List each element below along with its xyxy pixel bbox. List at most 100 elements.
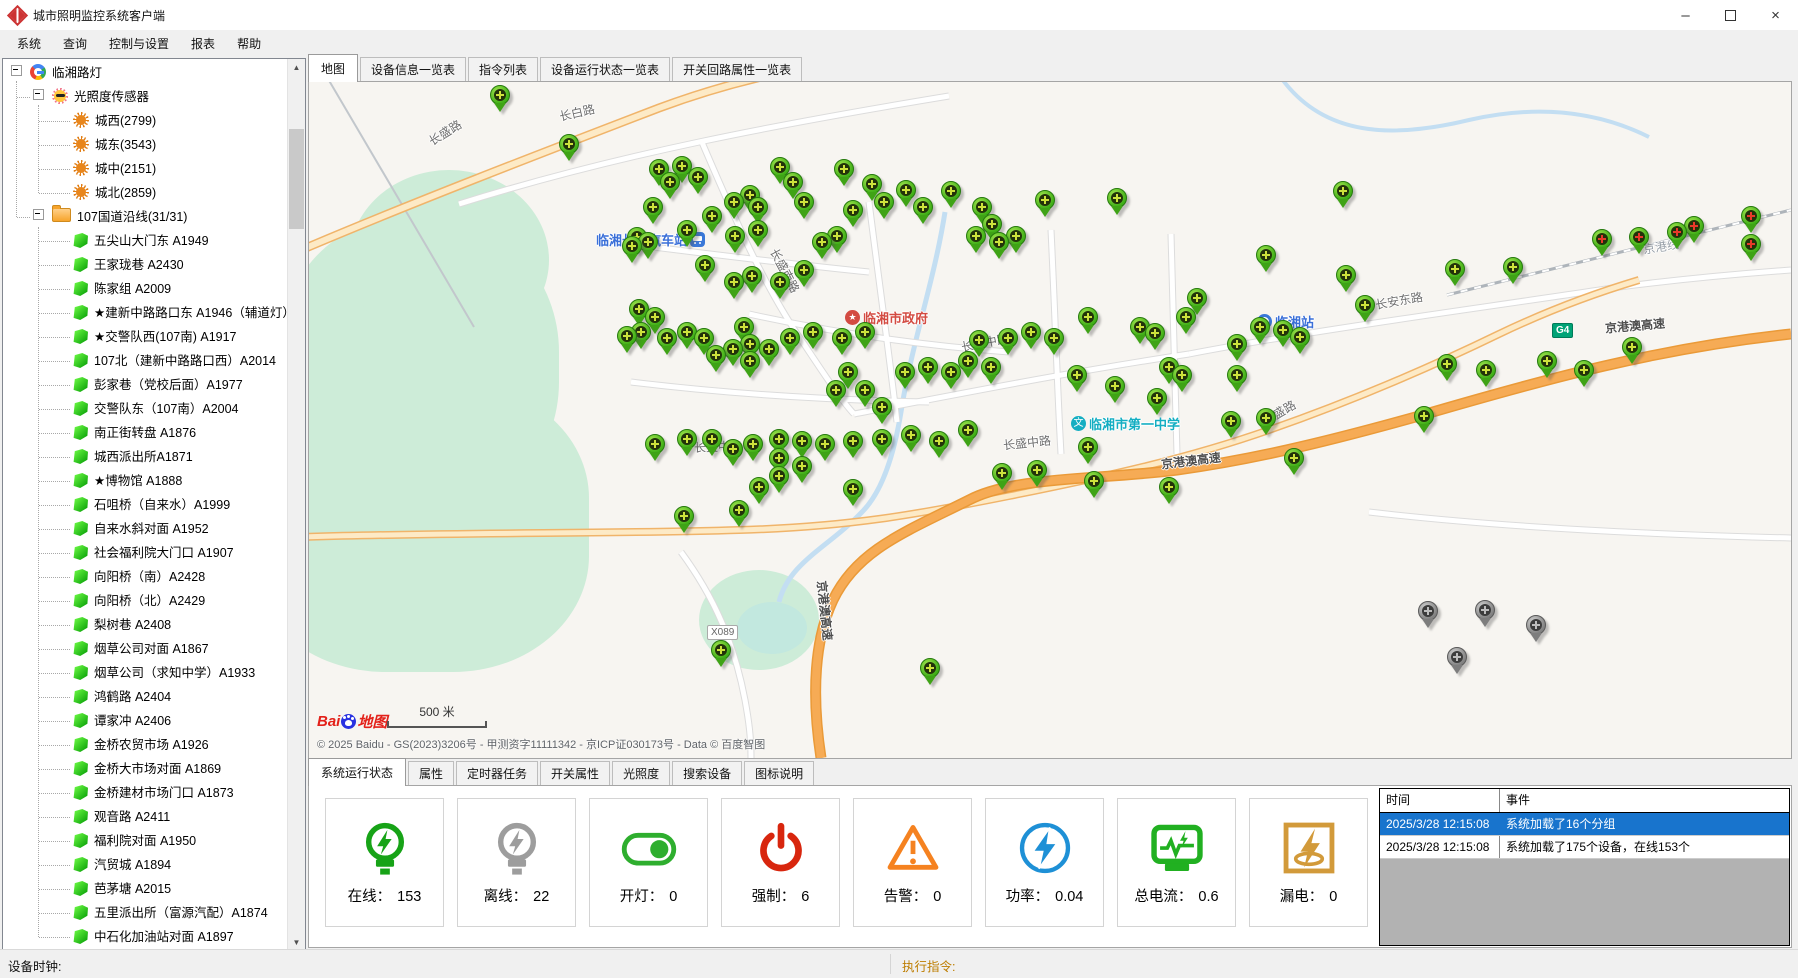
maximize-button[interactable]: [1708, 0, 1753, 30]
map-pin[interactable]: [1027, 460, 1047, 488]
map-pin[interactable]: [1256, 408, 1276, 436]
map-pin-gray[interactable]: [1475, 600, 1495, 628]
map-pin[interactable]: [759, 339, 779, 367]
map-pin[interactable]: [913, 197, 933, 225]
tree-item[interactable]: 自来水斜对面 A1952: [3, 517, 288, 541]
map-pin[interactable]: [1445, 259, 1465, 287]
map-pin-red[interactable]: [1667, 222, 1687, 250]
map-pin-red[interactable]: [1741, 234, 1761, 262]
map-pin[interactable]: [1078, 307, 1098, 335]
tree-item[interactable]: 金桥建材市场门口 A1873: [3, 781, 288, 805]
tree-item[interactable]: 社会福利院大门口 A1907: [3, 541, 288, 565]
tree-item[interactable]: ★建新中路路口东 A1946（辅道灯）: [3, 301, 288, 325]
tree-item[interactable]: 城西(2799): [3, 109, 288, 133]
map-pin[interactable]: [1336, 265, 1356, 293]
tab-设备信息一览表[interactable]: 设备信息一览表: [360, 57, 466, 81]
map-pin[interactable]: [832, 328, 852, 356]
map-pin[interactable]: [674, 506, 694, 534]
tab-光照度[interactable]: 光照度: [612, 761, 670, 785]
map-pin[interactable]: [918, 357, 938, 385]
map-pin[interactable]: [660, 172, 680, 200]
map-pin[interactable]: [981, 357, 1001, 385]
map-pin[interactable]: [677, 220, 697, 248]
map-pin[interactable]: [724, 192, 744, 220]
map-pin[interactable]: [1333, 181, 1353, 209]
map-pin-red[interactable]: [1684, 216, 1704, 244]
map-pin[interactable]: [812, 232, 832, 260]
map-pin[interactable]: [725, 226, 745, 254]
tree-expand-toggle[interactable]: [33, 209, 44, 220]
map-pin[interactable]: [1256, 245, 1276, 273]
map-pin[interactable]: [1044, 328, 1064, 356]
menu-item-查询[interactable]: 查询: [52, 31, 98, 56]
tree-item[interactable]: 交警队东（107南）A2004: [3, 397, 288, 421]
map-pin[interactable]: [677, 429, 697, 457]
map-pin[interactable]: [740, 351, 760, 379]
map-pin[interactable]: [998, 328, 1018, 356]
map-pin[interactable]: [1437, 354, 1457, 382]
map-pin[interactable]: [643, 197, 663, 225]
tree-item[interactable]: 烟草公司（求知中学）A1933: [3, 661, 288, 685]
map-pin[interactable]: [645, 434, 665, 462]
map-pin-gray[interactable]: [1526, 615, 1546, 643]
map-pin[interactable]: [872, 397, 892, 425]
tab-开关属性[interactable]: 开关属性: [540, 761, 610, 785]
close-button[interactable]: ×: [1753, 0, 1798, 30]
tree-item[interactable]: 临湘路灯: [3, 61, 288, 85]
map-pin[interactable]: [769, 466, 789, 494]
map-pin[interactable]: [1107, 188, 1127, 216]
tree-item[interactable]: 鸿鹤路 A2404: [3, 685, 288, 709]
map-pin[interactable]: [702, 206, 722, 234]
map-pin[interactable]: [941, 181, 961, 209]
map-pin[interactable]: [743, 434, 763, 462]
map-pin[interactable]: [874, 192, 894, 220]
tree-item[interactable]: 福利院对面 A1950: [3, 829, 288, 853]
map-pin[interactable]: [1084, 471, 1104, 499]
map-pin[interactable]: [711, 640, 731, 668]
map-pin[interactable]: [742, 266, 762, 294]
map-pin[interactable]: [992, 463, 1012, 491]
map-pin[interactable]: [803, 322, 823, 350]
tab-图标说明[interactable]: 图标说明: [744, 761, 814, 785]
tree-item[interactable]: 陈家组 A2009: [3, 277, 288, 301]
minimize-button[interactable]: –: [1663, 0, 1708, 30]
map-pin[interactable]: [780, 328, 800, 356]
tree-item[interactable]: 城中(2151): [3, 157, 288, 181]
map-pin[interactable]: [989, 232, 1009, 260]
tree-item[interactable]: 五里派出所（富源汽配）A1874: [3, 901, 288, 925]
tree-item[interactable]: 城北(2859): [3, 181, 288, 205]
tree-item[interactable]: 石咀桥（自来水）A1999: [3, 493, 288, 517]
map-pin[interactable]: [749, 477, 769, 505]
tab-开关回路属性一览表[interactable]: 开关回路属性一览表: [672, 57, 802, 81]
map-pin[interactable]: [920, 658, 940, 686]
tree-item[interactable]: 金桥农贸市场 A1926: [3, 733, 288, 757]
map-canvas[interactable]: 长白路长盛路长盛南路长安中路长安东路长盛中路长盛中路长盛路京港澳高速京港澳高速京…: [308, 81, 1792, 759]
map-pin[interactable]: [1284, 448, 1304, 476]
map-pin[interactable]: [748, 220, 768, 248]
map-pin[interactable]: [1622, 337, 1642, 365]
menu-item-报表[interactable]: 报表: [180, 31, 226, 56]
map-pin[interactable]: [794, 192, 814, 220]
map-pin[interactable]: [1221, 411, 1241, 439]
map-pin[interactable]: [1414, 406, 1434, 434]
tree-scrollbar[interactable]: ▲ ▼: [287, 59, 305, 951]
map-pin-red[interactable]: [1629, 227, 1649, 255]
map-pin[interactable]: [843, 431, 863, 459]
tree-item[interactable]: ★交警队西(107南) A1917: [3, 325, 288, 349]
map-pin-red[interactable]: [1741, 206, 1761, 234]
tab-搜索设备[interactable]: 搜索设备: [672, 761, 742, 785]
map-pin[interactable]: [657, 328, 677, 356]
tree-item[interactable]: 107国道沿线(31/31): [3, 205, 288, 229]
device-tree[interactable]: 临湘路灯光照度传感器城西(2799)城东(3543)城中(2151)城北(285…: [2, 58, 306, 952]
map-pin[interactable]: [559, 134, 579, 162]
map-pin[interactable]: [1176, 307, 1196, 335]
tree-item[interactable]: 观音路 A2411: [3, 805, 288, 829]
map-pin[interactable]: [1290, 327, 1310, 355]
map-pin[interactable]: [729, 500, 749, 528]
map-pin[interactable]: [1250, 317, 1270, 345]
scroll-up-icon[interactable]: ▲: [288, 59, 305, 76]
map-pin[interactable]: [929, 431, 949, 459]
map-pin[interactable]: [770, 272, 790, 300]
map-pin[interactable]: [1227, 365, 1247, 393]
tab-定时器任务[interactable]: 定时器任务: [456, 761, 538, 785]
